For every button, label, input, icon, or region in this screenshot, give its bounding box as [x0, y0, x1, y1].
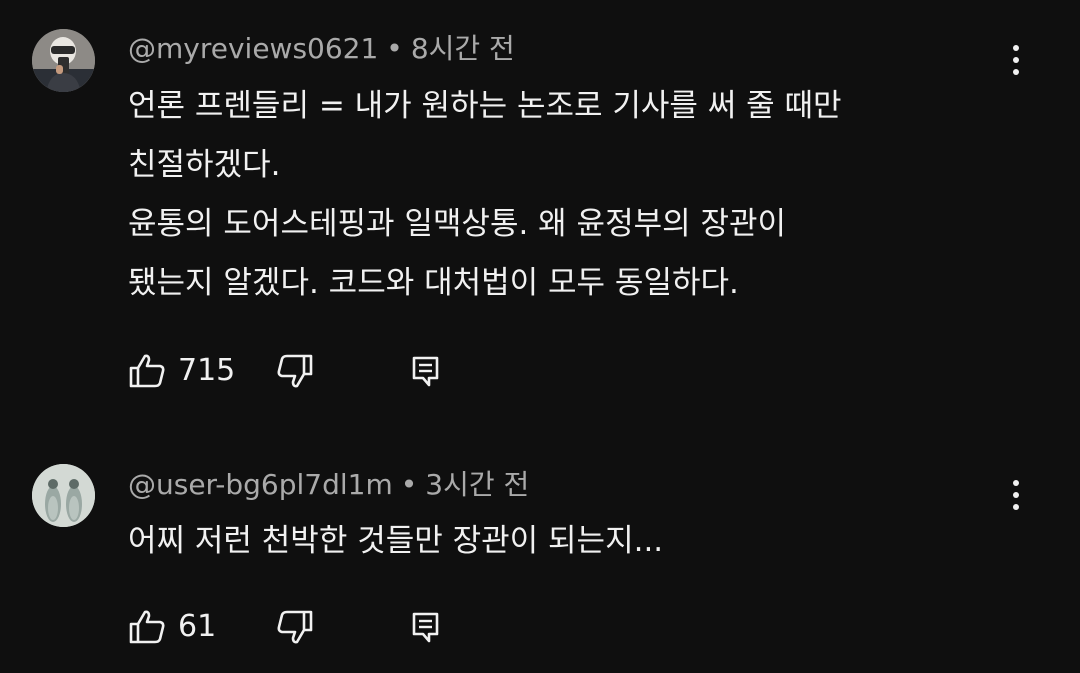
dislike-button[interactable]	[276, 607, 314, 647]
thumbs-up-icon	[129, 610, 165, 644]
thumbs-down-icon	[277, 354, 313, 388]
comment-author[interactable]: @user-bg6pl7dl1m	[128, 468, 393, 501]
comment-text: 언론 프렌들리 = 내가 원하는 논조로 기사를 써 줄 때만 친절하겠다. 윤…	[128, 77, 988, 313]
comment-text-line: 어찌 저런 천박한 것들만 장관이 되는지...	[128, 523, 664, 559]
comment-text: 어찌 저런 천박한 것들만 장관이 되는지...	[128, 512, 988, 571]
like-button[interactable]: 715	[128, 351, 235, 391]
comment-author[interactable]: @myreviews0621	[128, 32, 378, 65]
comment-meta: @myreviews0621 • 8시간 전	[128, 31, 515, 67]
person-photo-avatar-icon	[32, 29, 95, 92]
more-options-button[interactable]	[1000, 473, 1032, 517]
comment-actions: 61	[128, 607, 528, 647]
more-vertical-icon	[1013, 480, 1019, 486]
like-count: 715	[178, 353, 236, 388]
comment-text-line: 됐는지 알겠다. 코드와 대처법이 모두 동일하다.	[128, 265, 739, 301]
birds-avatar-icon	[32, 464, 95, 527]
meta-separator: •	[386, 32, 403, 65]
comment-timestamp[interactable]: 3시간 전	[425, 468, 529, 501]
reply-button[interactable]	[410, 351, 442, 391]
thumbs-up-icon	[129, 354, 165, 388]
comments-section: @myreviews0621 • 8시간 전 언론 프렌들리 = 내가 원하는 논조…	[0, 0, 1080, 673]
comment-meta: @user-bg6pl7dl1m • 3시간 전	[128, 467, 529, 503]
more-vertical-icon-dot	[1013, 504, 1019, 510]
avatar[interactable]	[32, 464, 95, 527]
comment-text-line: 윤통의 도어스테핑과 일맥상통. 왜 윤정부의 장관이	[128, 206, 787, 242]
more-vertical-icon-dot	[1013, 57, 1019, 63]
comment-timestamp[interactable]: 8시간 전	[411, 32, 515, 65]
reply-icon	[412, 356, 439, 387]
more-options-button[interactable]	[1000, 38, 1032, 82]
meta-separator: •	[400, 468, 418, 501]
more-vertical-icon-dot	[1013, 69, 1019, 75]
like-count: 61	[178, 609, 217, 644]
comment-actions: 715	[128, 351, 528, 391]
like-button[interactable]: 61	[128, 607, 216, 647]
reply-button[interactable]	[410, 607, 442, 647]
thumbs-down-icon	[277, 610, 313, 644]
comment-text-line: 언론 프렌들리 = 내가 원하는 논조로 기사를 써 줄 때만	[128, 88, 842, 124]
reply-icon	[412, 612, 439, 643]
more-vertical-icon	[1013, 45, 1019, 51]
avatar[interactable]	[32, 29, 95, 92]
comment-text-line: 친절하겠다.	[128, 147, 281, 183]
more-vertical-icon-dot	[1013, 492, 1019, 498]
dislike-button[interactable]	[276, 351, 314, 391]
